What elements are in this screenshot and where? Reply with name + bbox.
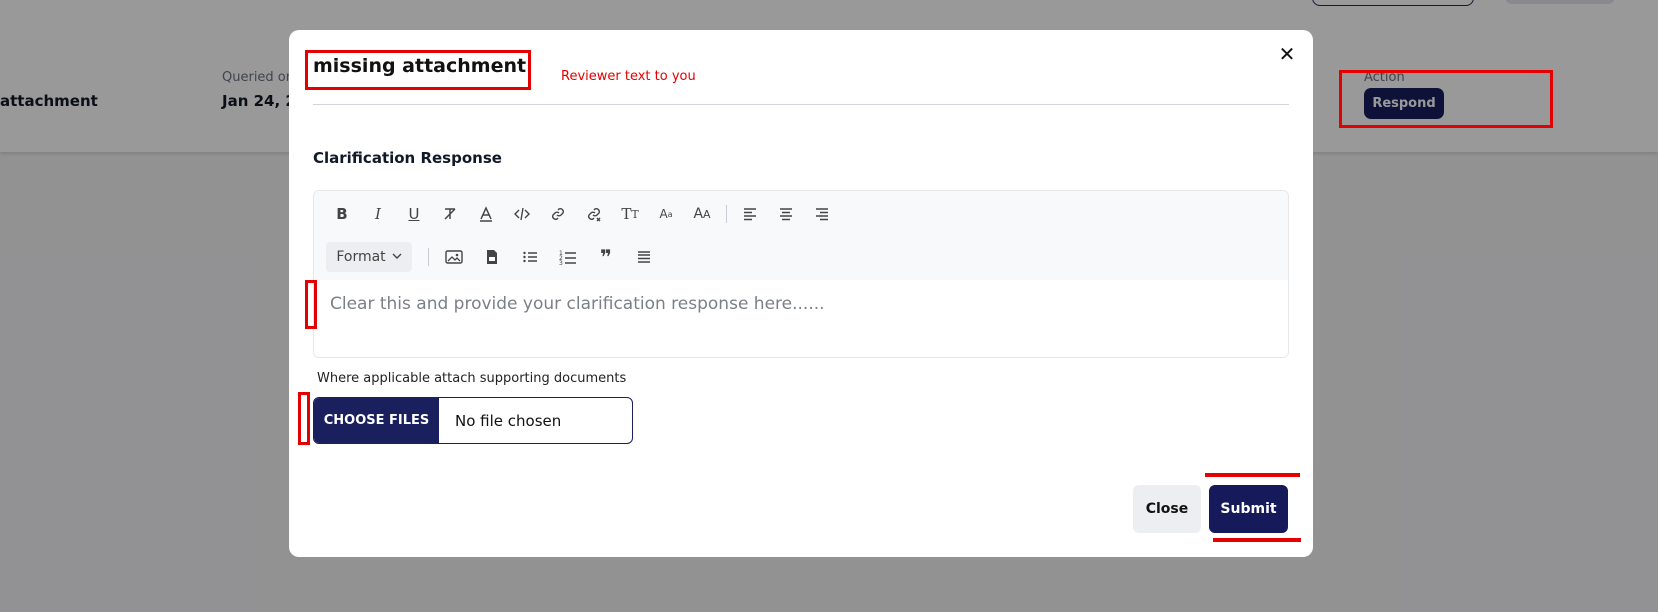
- italic-icon[interactable]: I: [366, 202, 390, 226]
- underline-icon[interactable]: U: [402, 202, 426, 226]
- editor-toolbar: B I U TT Aa AA Format 1 2 3 ❞: [314, 191, 1288, 281]
- align-right-icon[interactable]: [810, 202, 834, 226]
- format-dropdown[interactable]: Format: [326, 242, 412, 272]
- toolbar-separator: [428, 248, 429, 266]
- close-icon[interactable]: ✕: [1277, 44, 1297, 64]
- editor-input[interactable]: Clear this and provide your clarificatio…: [314, 280, 1288, 357]
- annotation-box-title: [305, 50, 531, 90]
- font-color-icon[interactable]: [474, 202, 498, 226]
- editor-placeholder: Clear this and provide your clarificatio…: [330, 294, 825, 314]
- document-icon[interactable]: [480, 245, 504, 269]
- format-label: Format: [336, 249, 386, 265]
- chevron-down-icon: [392, 249, 402, 265]
- font-size-icon[interactable]: AA: [690, 202, 714, 226]
- file-input[interactable]: CHOOSE FILES No file chosen: [313, 397, 633, 444]
- bold-icon[interactable]: B: [330, 202, 354, 226]
- unlink-icon[interactable]: [582, 202, 606, 226]
- submit-button[interactable]: Submit: [1209, 485, 1288, 533]
- blockquote-icon[interactable]: ❞: [594, 245, 618, 269]
- numbered-list-icon[interactable]: 123: [556, 245, 580, 269]
- clarification-response-label: Clarification Response: [313, 149, 502, 167]
- choose-files-button[interactable]: CHOOSE FILES: [314, 398, 439, 443]
- file-status: No file chosen: [455, 411, 562, 430]
- attach-label: Where applicable attach supporting docum…: [317, 371, 627, 386]
- image-icon[interactable]: [442, 245, 466, 269]
- align-center-icon[interactable]: [774, 202, 798, 226]
- align-left-icon[interactable]: [738, 202, 762, 226]
- horizontal-rule-icon[interactable]: [632, 245, 656, 269]
- toolbar-separator: [726, 205, 727, 223]
- reviewer-note: Reviewer text to you: [561, 69, 696, 84]
- clarification-modal: missing attachment Reviewer text to you …: [289, 30, 1313, 557]
- annotation-box-respond: [1339, 70, 1553, 128]
- code-icon[interactable]: [510, 202, 534, 226]
- annotation-line-submit-bottom: [1213, 538, 1301, 542]
- clear-format-icon[interactable]: [438, 202, 462, 226]
- text-size-icon[interactable]: TT: [618, 202, 642, 226]
- bullet-list-icon[interactable]: [518, 245, 542, 269]
- svg-text:3: 3: [559, 260, 563, 265]
- annotation-box-editor: [305, 280, 317, 329]
- link-icon[interactable]: [546, 202, 570, 226]
- font-small-icon[interactable]: Aa: [654, 202, 678, 226]
- rich-text-editor: B I U TT Aa AA Format 1 2 3 ❞ Clear this…: [313, 190, 1289, 358]
- modal-divider: [313, 104, 1289, 105]
- annotation-box-file: [298, 392, 310, 445]
- close-button[interactable]: Close: [1133, 485, 1201, 533]
- annotation-line-submit-top: [1205, 473, 1300, 477]
